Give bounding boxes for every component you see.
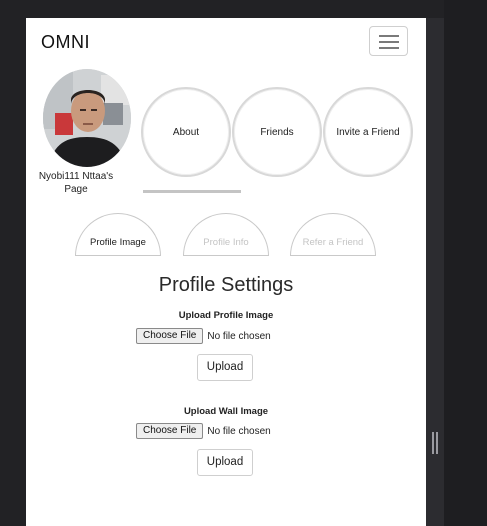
tab-profile-info-label: Profile Info xyxy=(203,237,249,248)
tab-profile-image[interactable]: Profile Image xyxy=(75,213,161,256)
window-top-edge xyxy=(26,0,426,18)
tab-refer-friend-label: Refer a Friend xyxy=(302,237,364,248)
hamburger-menu-icon[interactable] xyxy=(369,26,408,56)
wall-image-upload-button[interactable]: Upload xyxy=(197,449,253,476)
friends-button[interactable]: Friends xyxy=(232,87,322,177)
profile-page-name: Nyobi111 Nttaa's Page xyxy=(38,171,114,195)
friends-label: Friends xyxy=(260,126,294,138)
page-title: Profile Settings xyxy=(158,274,294,296)
brand-logo[interactable]: OMNI xyxy=(41,32,90,53)
profile-image-upload-button[interactable]: Upload xyxy=(197,354,253,381)
avatar-photo-icon xyxy=(43,69,131,167)
profile-image-choose-button[interactable]: Choose File xyxy=(136,328,204,344)
wall-image-choose-button[interactable]: Choose File xyxy=(136,423,204,439)
tab-profile-image-label: Profile Image xyxy=(90,237,146,248)
mobile-viewport: OMNI Nyobi111 Nttaa's Page About Friends… xyxy=(26,18,426,526)
profile-image-file-row: Choose File No file chosen xyxy=(136,328,271,344)
devtools-panel-edge xyxy=(444,0,487,526)
invite-friend-label: Invite a Friend xyxy=(336,126,400,138)
wall-image-label: Upload Wall Image xyxy=(183,406,269,417)
invite-friend-button[interactable]: Invite a Friend xyxy=(323,87,413,177)
profile-image-label: Upload Profile Image xyxy=(178,310,274,321)
tab-profile-info[interactable]: Profile Info xyxy=(183,213,269,256)
profile-image-file-status: No file chosen xyxy=(207,330,271,342)
resize-handle-icon[interactable] xyxy=(432,432,438,454)
wall-image-file-row: Choose File No file chosen xyxy=(136,423,271,439)
about-label: About xyxy=(172,126,200,138)
window-left-edge xyxy=(0,0,26,526)
avatar[interactable] xyxy=(43,69,131,167)
tab-refer-friend[interactable]: Refer a Friend xyxy=(290,213,376,256)
active-tab-indicator xyxy=(143,190,241,193)
about-button[interactable]: About xyxy=(141,87,231,177)
wall-image-file-status: No file chosen xyxy=(207,425,271,437)
